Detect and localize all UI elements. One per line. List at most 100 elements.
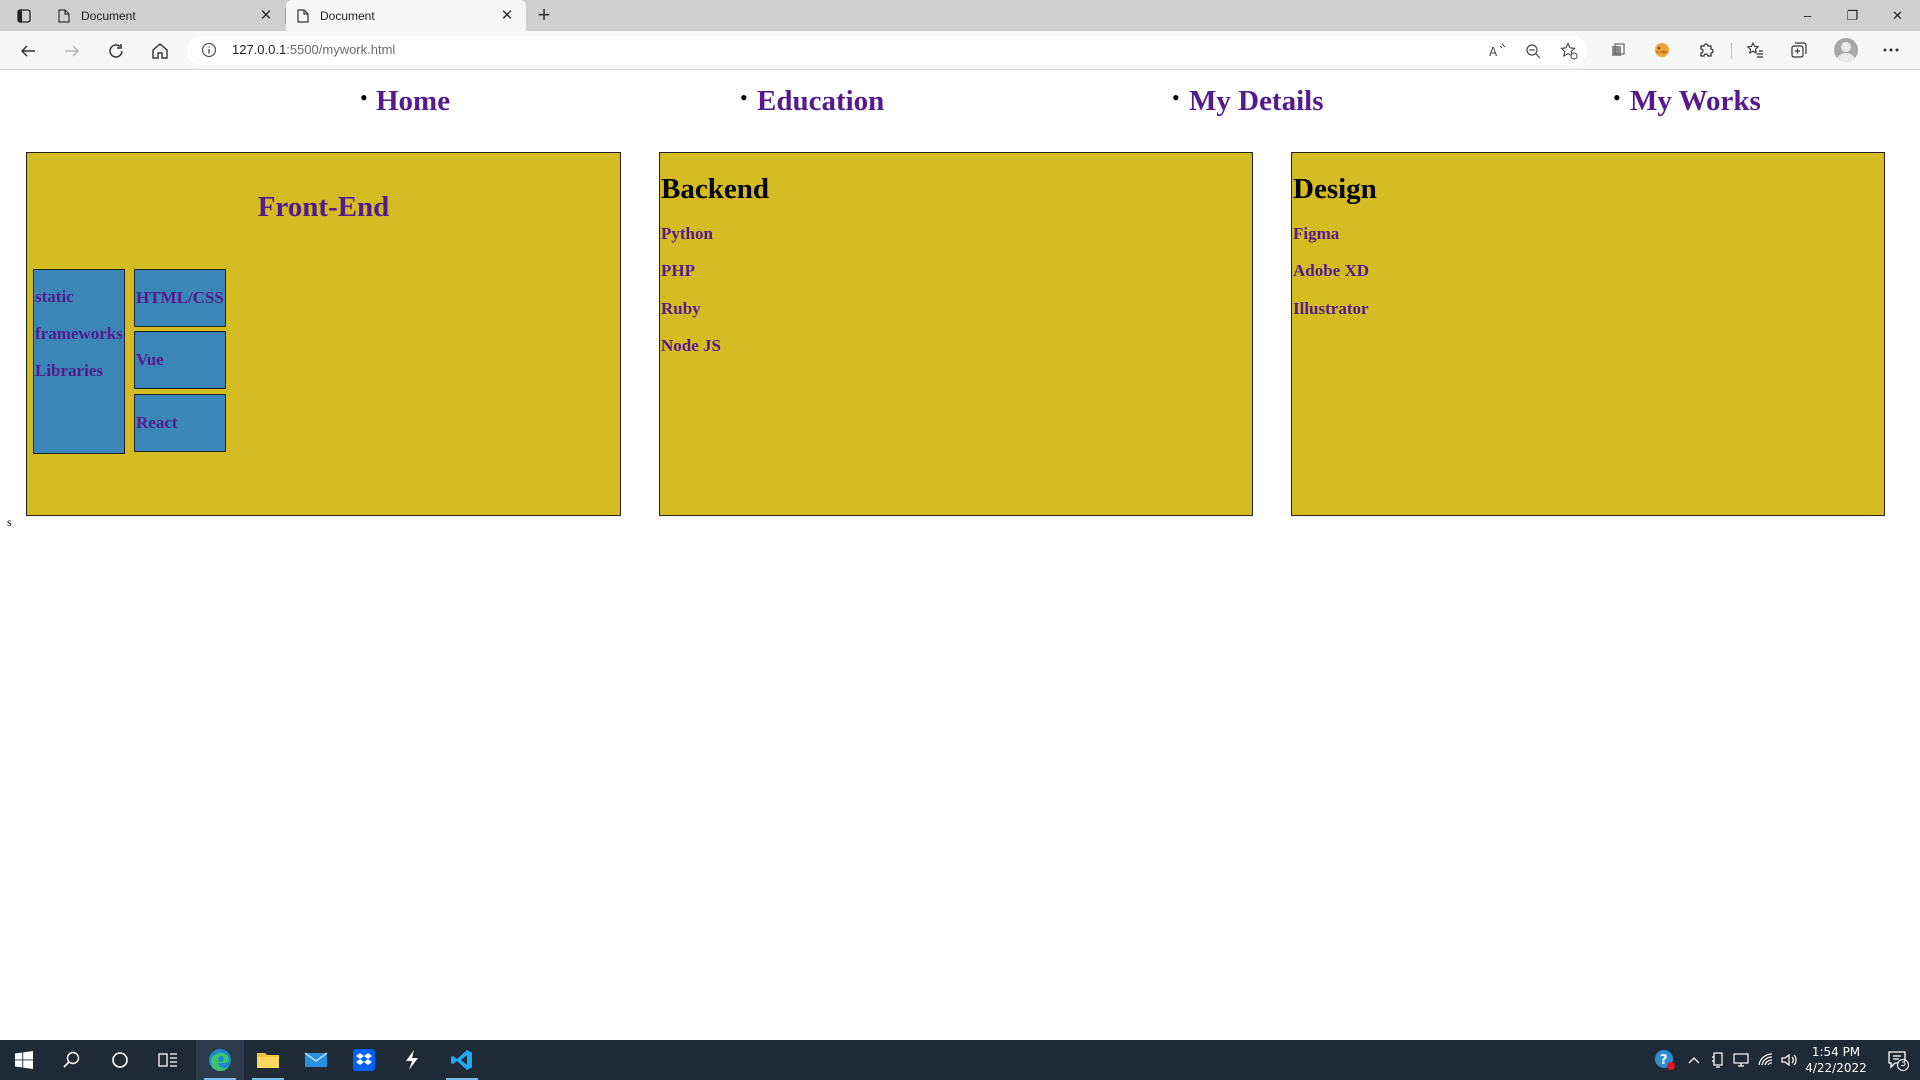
nav-bullet: • bbox=[740, 85, 748, 110]
browser-toolbar: 127.0.0.1:5500/mywork.html A bbox=[0, 31, 1920, 70]
taskbar-edge[interactable] bbox=[196, 1040, 244, 1080]
dropbox-icon bbox=[353, 1049, 375, 1071]
taskbar-clock[interactable]: 1:54 PM 4/22/2022 bbox=[1800, 1044, 1872, 1076]
stray-text: s bbox=[7, 515, 12, 529]
backend-title: Backend bbox=[661, 173, 769, 205]
frontend-item-vue[interactable]: Vue bbox=[136, 350, 164, 370]
volume-icon[interactable] bbox=[1779, 1040, 1799, 1080]
restore-button[interactable]: ❐ bbox=[1830, 0, 1875, 31]
frontend-title-link[interactable]: Front-End bbox=[27, 191, 620, 224]
taskbar-mail[interactable] bbox=[292, 1040, 340, 1080]
tab-document-1[interactable]: Document ✕ bbox=[47, 0, 285, 31]
frontend-category-static[interactable]: static bbox=[35, 287, 74, 307]
tab-close-button[interactable]: ✕ bbox=[498, 7, 516, 25]
home-button[interactable] bbox=[148, 39, 172, 63]
nav-link-home[interactable]: Home bbox=[376, 85, 450, 118]
forward-button[interactable] bbox=[60, 39, 84, 63]
collections-button[interactable] bbox=[1788, 39, 1810, 61]
notification-center-button[interactable]: 3 bbox=[1887, 1049, 1909, 1071]
window-controls: – ❐ ✕ bbox=[1785, 0, 1920, 31]
taskbar-app-bolt[interactable] bbox=[388, 1040, 436, 1080]
wifi-icon[interactable] bbox=[1756, 1040, 1776, 1080]
home-icon bbox=[152, 43, 168, 59]
favorites-list-icon bbox=[1746, 41, 1763, 58]
design-item-figma[interactable]: Figma bbox=[1293, 224, 1339, 244]
favorites-button[interactable] bbox=[1744, 39, 1766, 61]
backend-item-python[interactable]: Python bbox=[661, 224, 713, 244]
taskbar: ? 1:54 PM 4/22/2022 3 bbox=[0, 1040, 1920, 1080]
web-page: • Home • Education • My Details • My Wor… bbox=[0, 71, 1920, 1040]
design-item-illustrator[interactable]: Illustrator bbox=[1293, 299, 1369, 319]
zoom-out-icon[interactable] bbox=[1524, 42, 1542, 60]
extensions-button[interactable] bbox=[1695, 39, 1717, 61]
nav-bullet: • bbox=[1613, 85, 1621, 110]
cookie-ext-button[interactable] bbox=[1651, 39, 1673, 61]
url-path: :5500/mywork.html bbox=[286, 42, 396, 57]
frontend-item-box: Vue bbox=[134, 331, 226, 389]
chevron-up-icon[interactable] bbox=[1685, 1040, 1703, 1080]
address-bar[interactable]: 127.0.0.1:5500/mywork.html A bbox=[187, 36, 1587, 65]
lightning-app-icon bbox=[406, 1050, 418, 1070]
backend-item-node-js[interactable]: Node JS bbox=[661, 336, 721, 356]
frontend-item-html-css[interactable]: HTML/CSS bbox=[136, 288, 224, 308]
settings-more-button[interactable] bbox=[1880, 39, 1902, 61]
svg-text:?: ? bbox=[1660, 1053, 1668, 1068]
nav-link-my-works[interactable]: My Works bbox=[1630, 85, 1761, 118]
nav-bullet: • bbox=[1172, 85, 1180, 110]
design-title: Design bbox=[1293, 173, 1377, 205]
tab-close-button[interactable]: ✕ bbox=[257, 7, 275, 25]
frontend-category-libraries[interactable]: Libraries bbox=[35, 361, 103, 381]
minimize-button[interactable]: – bbox=[1785, 0, 1830, 31]
taskbar-dropbox[interactable] bbox=[340, 1040, 388, 1080]
backend-item-php[interactable]: PHP bbox=[661, 261, 695, 281]
backend-item-ruby[interactable]: Ruby bbox=[661, 299, 701, 319]
refresh-button[interactable] bbox=[104, 39, 128, 63]
frontend-card: Front-End static frameworks Libraries HT… bbox=[26, 152, 621, 516]
device-tray-icon[interactable] bbox=[1708, 1040, 1728, 1080]
start-button[interactable] bbox=[0, 1040, 48, 1080]
taskbar-vscode[interactable] bbox=[438, 1040, 486, 1080]
edge-browser-icon bbox=[209, 1049, 231, 1071]
refresh-icon bbox=[109, 44, 123, 58]
site-info-icon[interactable] bbox=[201, 42, 217, 58]
profile-avatar[interactable] bbox=[1834, 38, 1858, 62]
design-card: Design Figma Adobe XD Illustrator bbox=[1291, 152, 1885, 516]
notification-count: 3 bbox=[1900, 1058, 1907, 1069]
design-item-adobe-xd[interactable]: Adobe XD bbox=[1293, 261, 1369, 281]
clock-date: 4/22/2022 bbox=[1805, 1061, 1867, 1075]
frontend-category-frameworks[interactable]: frameworks bbox=[35, 324, 123, 344]
nav-link-my-details[interactable]: My Details bbox=[1189, 85, 1324, 118]
folder-icon bbox=[257, 1053, 279, 1068]
new-tab-button[interactable]: + bbox=[533, 4, 555, 26]
search-button[interactable] bbox=[48, 1040, 96, 1080]
tab-title: Document bbox=[81, 8, 136, 23]
task-view-button[interactable] bbox=[144, 1040, 192, 1080]
add-favorite-icon[interactable] bbox=[1560, 42, 1578, 60]
nav-link-education[interactable]: Education bbox=[757, 85, 884, 118]
site-nav: • Home • Education • My Details • My Wor… bbox=[0, 71, 1920, 131]
tab-title: Document bbox=[320, 8, 375, 23]
cookie-icon bbox=[1655, 43, 1669, 57]
extension-generic-icon bbox=[1612, 43, 1625, 56]
backend-card: Backend Python PHP Ruby Node JS bbox=[659, 152, 1253, 516]
tab-document-2[interactable]: Document ✕ bbox=[286, 0, 526, 31]
nav-bullet: • bbox=[360, 85, 368, 110]
document-icon bbox=[297, 8, 309, 23]
cortana-button[interactable] bbox=[96, 1040, 144, 1080]
frontend-item-react[interactable]: React bbox=[136, 413, 178, 433]
back-button[interactable] bbox=[16, 39, 40, 63]
document-icon bbox=[58, 8, 70, 23]
forward-arrow-icon bbox=[65, 45, 80, 57]
close-window-button[interactable]: ✕ bbox=[1875, 0, 1920, 31]
taskbar-file-explorer[interactable] bbox=[244, 1040, 292, 1080]
toolbar-separator bbox=[1731, 43, 1732, 59]
collections-ext-button[interactable] bbox=[1607, 39, 1629, 61]
tab-actions-icon bbox=[17, 9, 31, 23]
url-host: 127.0.0.1 bbox=[232, 42, 287, 57]
help-tray-icon[interactable]: ? bbox=[1652, 1040, 1678, 1080]
svg-text:A: A bbox=[1489, 45, 1498, 59]
url-text[interactable]: 127.0.0.1:5500/mywork.html bbox=[232, 42, 395, 57]
read-aloud-icon[interactable]: A bbox=[1489, 42, 1507, 60]
display-tray-icon[interactable] bbox=[1731, 1040, 1751, 1080]
tab-actions-button[interactable] bbox=[10, 6, 38, 26]
